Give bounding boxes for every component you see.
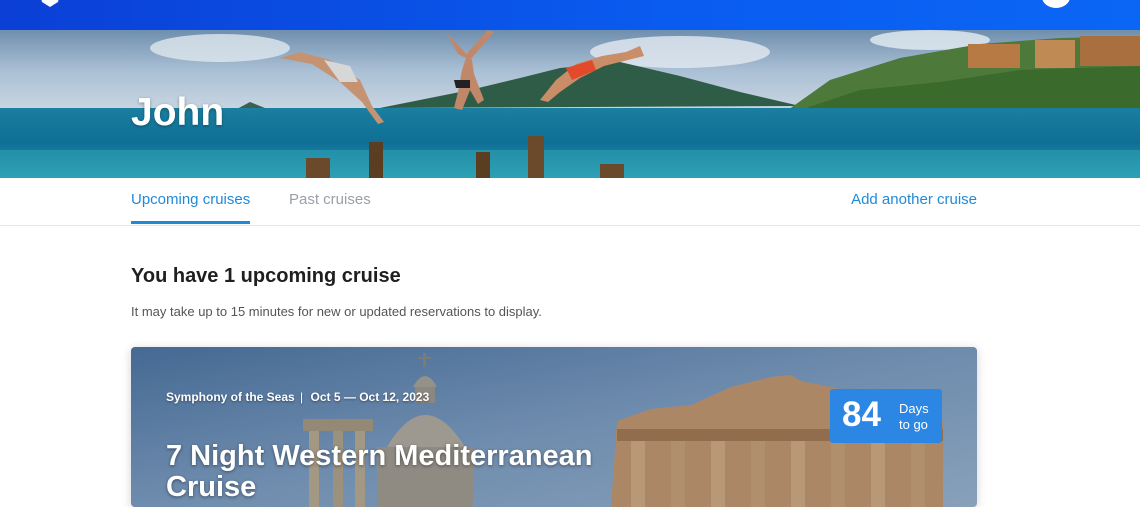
ship-name: Symphony of the Seas — [166, 390, 295, 404]
hero-banner: John — [0, 30, 1140, 178]
cruise-dates: Oct 5 — Oct 12, 2023 — [310, 390, 430, 404]
days-count: 84 — [842, 395, 881, 434]
tab-upcoming-cruises[interactable]: Upcoming cruises — [131, 191, 251, 224]
cruise-meta: Symphony of the Seas | Oct 5 — Oct 12, 2… — [166, 390, 429, 404]
meta-separator: | — [300, 390, 304, 404]
page-heading: You have 1 upcoming cruise — [131, 265, 401, 287]
days-label: Days to go — [899, 401, 935, 433]
cruise-card[interactable]: Symphony of the Seas | Oct 5 — Oct 12, 2… — [131, 347, 977, 507]
top-nav-bar — [0, 0, 1140, 30]
reservation-notice: It may take up to 15 minutes for new or … — [131, 304, 542, 319]
cruise-tabs: Upcoming cruises Past cruises Add anothe… — [0, 178, 1140, 226]
hero-user-name: John — [131, 91, 225, 134]
days-to-go-badge: 84 Days to go — [830, 389, 942, 443]
cruise-title[interactable]: 7 Night Western Mediterranean Cruise — [166, 441, 686, 503]
user-avatar-icon[interactable] — [1042, 0, 1070, 8]
add-another-cruise-link[interactable]: Add another cruise — [851, 191, 977, 208]
tab-past-cruises[interactable]: Past cruises — [289, 191, 371, 208]
anchor-icon[interactable] — [36, 0, 64, 8]
days-label-text: Days to go — [899, 401, 929, 432]
